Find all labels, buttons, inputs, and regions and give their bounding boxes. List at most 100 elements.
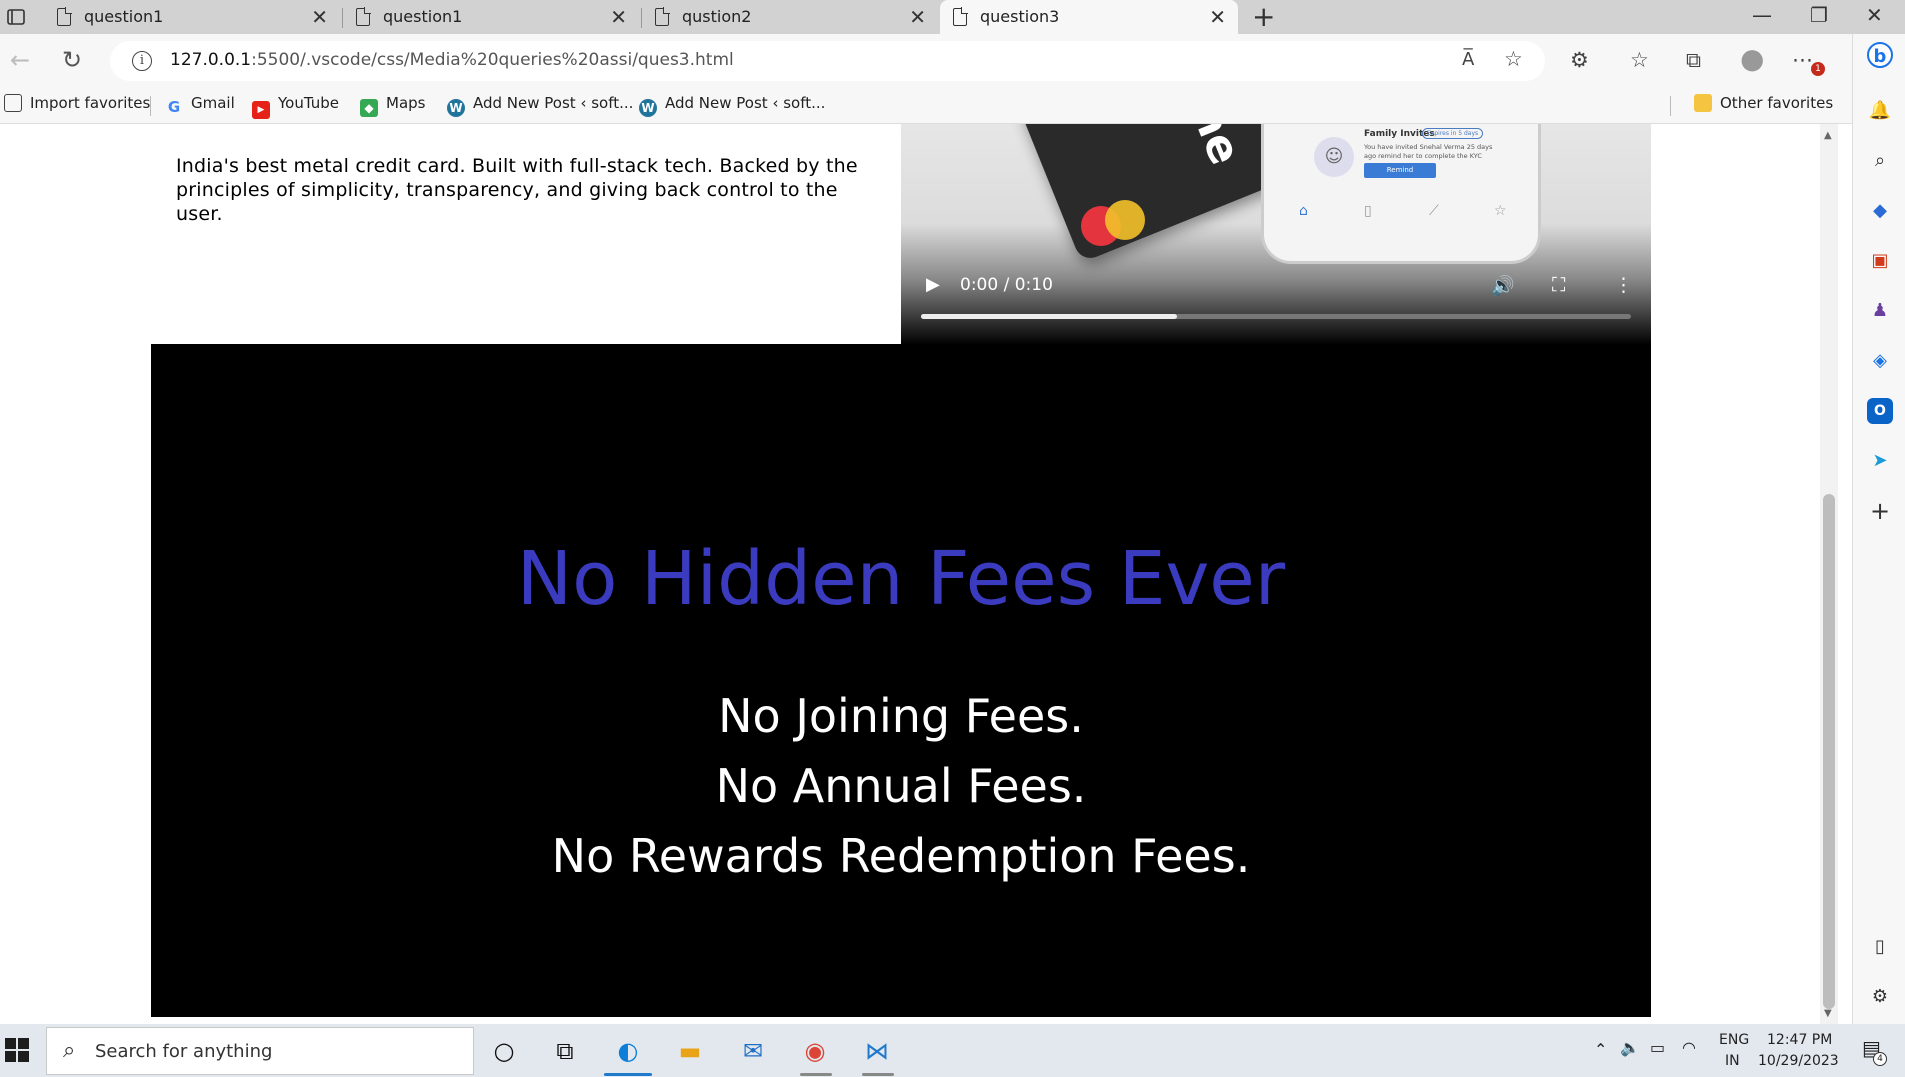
collections-icon[interactable]: ⧉ xyxy=(1686,48,1701,73)
video-time: 0:00 / 0:10 xyxy=(960,275,1053,295)
mastercard-logo-yellow xyxy=(1105,200,1145,240)
sidebar-layout-icon[interactable]: ▯ xyxy=(1867,934,1893,960)
notifications-icon[interactable]: 🔔 xyxy=(1867,98,1893,124)
mail-icon[interactable]: ✉ xyxy=(733,1031,773,1071)
notification-count: 4 xyxy=(1873,1052,1887,1066)
other-favorites[interactable]: Other favorites xyxy=(1694,94,1833,112)
close-window-icon[interactable]: ✕ xyxy=(1866,3,1883,27)
scroll-down-icon[interactable]: ▼ xyxy=(1824,1008,1832,1019)
search-icon: ⌕ xyxy=(63,1038,76,1063)
favorites-icon[interactable]: ☆ xyxy=(1630,48,1649,72)
bookmark-divider xyxy=(1670,96,1671,116)
copilot-icon[interactable]: b xyxy=(1867,42,1893,68)
drop-icon[interactable]: ➤ xyxy=(1867,448,1893,474)
site-info-icon[interactable]: i xyxy=(132,51,152,71)
card-icon: ▯ xyxy=(1364,203,1372,219)
bookmark-add-new-post-2[interactable]: W Add New Post ‹ soft... xyxy=(639,94,825,117)
tools-icon[interactable]: ▣ xyxy=(1867,248,1893,274)
bookmark-youtube[interactable]: ▶ YouTube xyxy=(252,94,339,119)
wifi-icon[interactable]: ◠ xyxy=(1682,1038,1696,1057)
video-options-icon[interactable]: ⋮ xyxy=(1614,274,1633,296)
youtube-icon: ▶ xyxy=(252,101,270,119)
volume-tray-icon[interactable]: 🔈 xyxy=(1620,1038,1640,1057)
restore-icon[interactable]: ❐ xyxy=(1810,3,1828,27)
bookmark-maps[interactable]: ◆ Maps xyxy=(360,94,425,117)
intro-text: India's best metal credit card. Built wi… xyxy=(176,155,858,225)
fees-section: No Hidden Fees Ever No Joining Fees. No … xyxy=(151,344,1651,1017)
language-code[interactable]: ENG xyxy=(1719,1032,1749,1048)
scroll-up-icon[interactable]: ▲ xyxy=(1824,130,1832,141)
notification-badge: 1 xyxy=(1811,62,1825,76)
profile-avatar[interactable]: ● xyxy=(1740,42,1764,75)
tab-question3[interactable]: question3 ✕ xyxy=(940,0,1238,34)
region-code[interactable]: IN xyxy=(1725,1053,1740,1069)
card-brand-text: one xyxy=(1169,124,1251,172)
games-icon[interactable]: ♟ xyxy=(1867,298,1893,324)
page-icon xyxy=(356,7,371,26)
edge-icon[interactable]: ◐ xyxy=(608,1031,648,1071)
fullscreen-icon[interactable]: ⛶ xyxy=(1552,274,1565,296)
add-sidebar-app-icon[interactable]: + xyxy=(1867,498,1893,524)
microsoft365-icon[interactable]: ◈ xyxy=(1867,348,1893,374)
settings-gear-icon[interactable]: ⚙ xyxy=(1867,984,1893,1010)
fees-headline: No Hidden Fees Ever xyxy=(516,536,1286,622)
windows-start-icon[interactable] xyxy=(5,1038,29,1062)
bookmark-gmail[interactable]: G Gmail xyxy=(165,94,235,116)
clock-date[interactable]: 10/29/2023 xyxy=(1758,1053,1839,1069)
scroll-thumb[interactable] xyxy=(1823,494,1835,1009)
tab-title: qustion2 xyxy=(682,7,752,26)
new-tab-icon[interactable]: + xyxy=(1252,2,1275,32)
bookmark-divider xyxy=(150,96,151,116)
vscode-icon[interactable]: ⋈ xyxy=(857,1031,897,1071)
phone-app-mockup: ☺ Family Invites Expires in 5 days You h… xyxy=(1261,124,1541,264)
folder-icon xyxy=(1694,94,1712,112)
video-progress-bar[interactable] xyxy=(921,314,1631,319)
task-view-icon[interactable]: ⧉ xyxy=(545,1031,585,1071)
show-hidden-icons[interactable]: ⌃ xyxy=(1594,1040,1607,1059)
search-icon[interactable]: ⌕ xyxy=(1867,148,1893,174)
address-bar[interactable]: i 127.0.0.1:5500/.vscode/css/Media%20que… xyxy=(110,41,1545,81)
play-icon[interactable]: ▶ xyxy=(926,274,940,295)
page-icon xyxy=(953,7,968,26)
tab-title: question3 xyxy=(980,7,1060,26)
close-tab-icon[interactable]: ✕ xyxy=(1209,5,1226,29)
read-aloud-icon[interactable]: A̅ xyxy=(1462,49,1474,70)
shopping-icon[interactable]: ◆ xyxy=(1867,198,1893,224)
tab-title: question1 xyxy=(84,7,164,26)
home-icon: ⌂ xyxy=(1299,203,1308,219)
file-explorer-icon[interactable]: ▬ xyxy=(670,1031,710,1071)
battery-icon[interactable]: ▭ xyxy=(1650,1038,1665,1057)
clock-time[interactable]: 12:47 PM xyxy=(1767,1032,1832,1048)
tab-question1-a[interactable]: question1 ✕ xyxy=(44,0,340,34)
page-scrollbar[interactable]: ▲ ▼ xyxy=(1820,124,1838,1024)
tab-title: question1 xyxy=(383,7,463,26)
close-tab-icon[interactable]: ✕ xyxy=(610,5,627,29)
bookmark-import-favorites[interactable]: Import favorites xyxy=(4,94,150,112)
back-icon[interactable]: ← xyxy=(10,46,30,74)
volume-icon[interactable]: 🔊 xyxy=(1491,274,1515,297)
refresh-icon[interactable]: ↻ xyxy=(62,46,82,74)
bookmarks-bar: Import favorites G Gmail ▶ YouTube ◆ Maps W… xyxy=(0,88,1852,124)
taskbar-search-box[interactable]: ⌕ Search for anything xyxy=(46,1027,474,1075)
windows-taskbar: ⌕ Search for anything ○ ⧉ ◐ ▬ ✉ ◉ ⋈ ⌃ 🔈 … xyxy=(0,1024,1905,1077)
tab-qustion2[interactable]: qustion2 ✕ xyxy=(642,0,938,34)
tab-strip: question1 ✕ question1 ✕ qustion2 ✕ quest… xyxy=(0,0,1905,34)
bookmark-add-new-post-1[interactable]: W Add New Post ‹ soft... xyxy=(447,94,633,117)
chrome-icon[interactable]: ◉ xyxy=(795,1031,835,1071)
more-menu-icon[interactable]: ⋯ xyxy=(1792,48,1813,72)
invite-message: You have invited Snehal Verma 25 days ag… xyxy=(1364,143,1493,160)
expiry-badge: Expires in 5 days xyxy=(1422,128,1484,139)
close-tab-icon[interactable]: ✕ xyxy=(909,5,926,29)
outlook-icon[interactable]: O xyxy=(1867,398,1893,424)
import-icon xyxy=(4,94,22,112)
minimize-icon[interactable]: — xyxy=(1752,3,1772,27)
tab-actions-icon[interactable] xyxy=(6,7,26,27)
user-avatar-icon: ☺ xyxy=(1314,137,1354,177)
close-tab-icon[interactable]: ✕ xyxy=(311,5,328,29)
url-text[interactable]: 127.0.0.1:5500/.vscode/css/Media%20queri… xyxy=(170,50,734,70)
tab-question1-b[interactable]: question1 ✕ xyxy=(343,0,639,34)
extensions-icon[interactable]: ⚙ xyxy=(1570,48,1589,72)
add-favorite-icon[interactable]: ☆ xyxy=(1504,47,1523,71)
cortana-icon[interactable]: ○ xyxy=(484,1031,524,1071)
promo-video[interactable]: one ☺ Family Invites Expires in 5 days Y… xyxy=(901,124,1651,345)
